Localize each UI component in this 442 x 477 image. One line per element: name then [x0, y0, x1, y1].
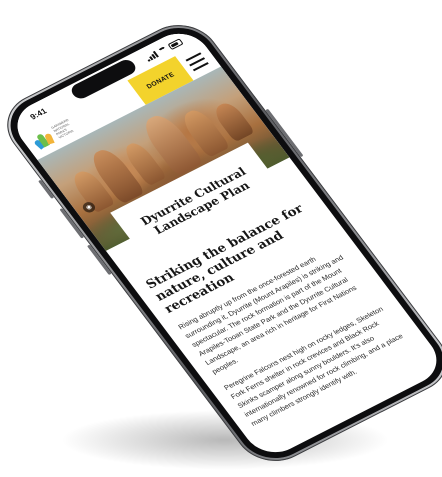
status-time: 9:41: [28, 106, 49, 122]
signal-icon: [144, 50, 159, 62]
logo-mark-icon: [31, 130, 56, 150]
smartphone: 9:41 GARIWERD NATIONAL PARKS VICTORIA DO…: [0, 12, 442, 474]
wifi-icon: [157, 45, 169, 55]
battery-icon: [167, 37, 184, 50]
logo-wordmark: GARIWERD NATIONAL PARKS VICTORIA: [51, 118, 77, 140]
hamburger-menu-icon[interactable]: [185, 52, 209, 72]
product-mockup-stage: 9:41 GARIWERD NATIONAL PARKS VICTORIA DO…: [0, 0, 442, 477]
phone-screen: 9:41 GARIWERD NATIONAL PARKS VICTORIA DO…: [5, 24, 442, 462]
